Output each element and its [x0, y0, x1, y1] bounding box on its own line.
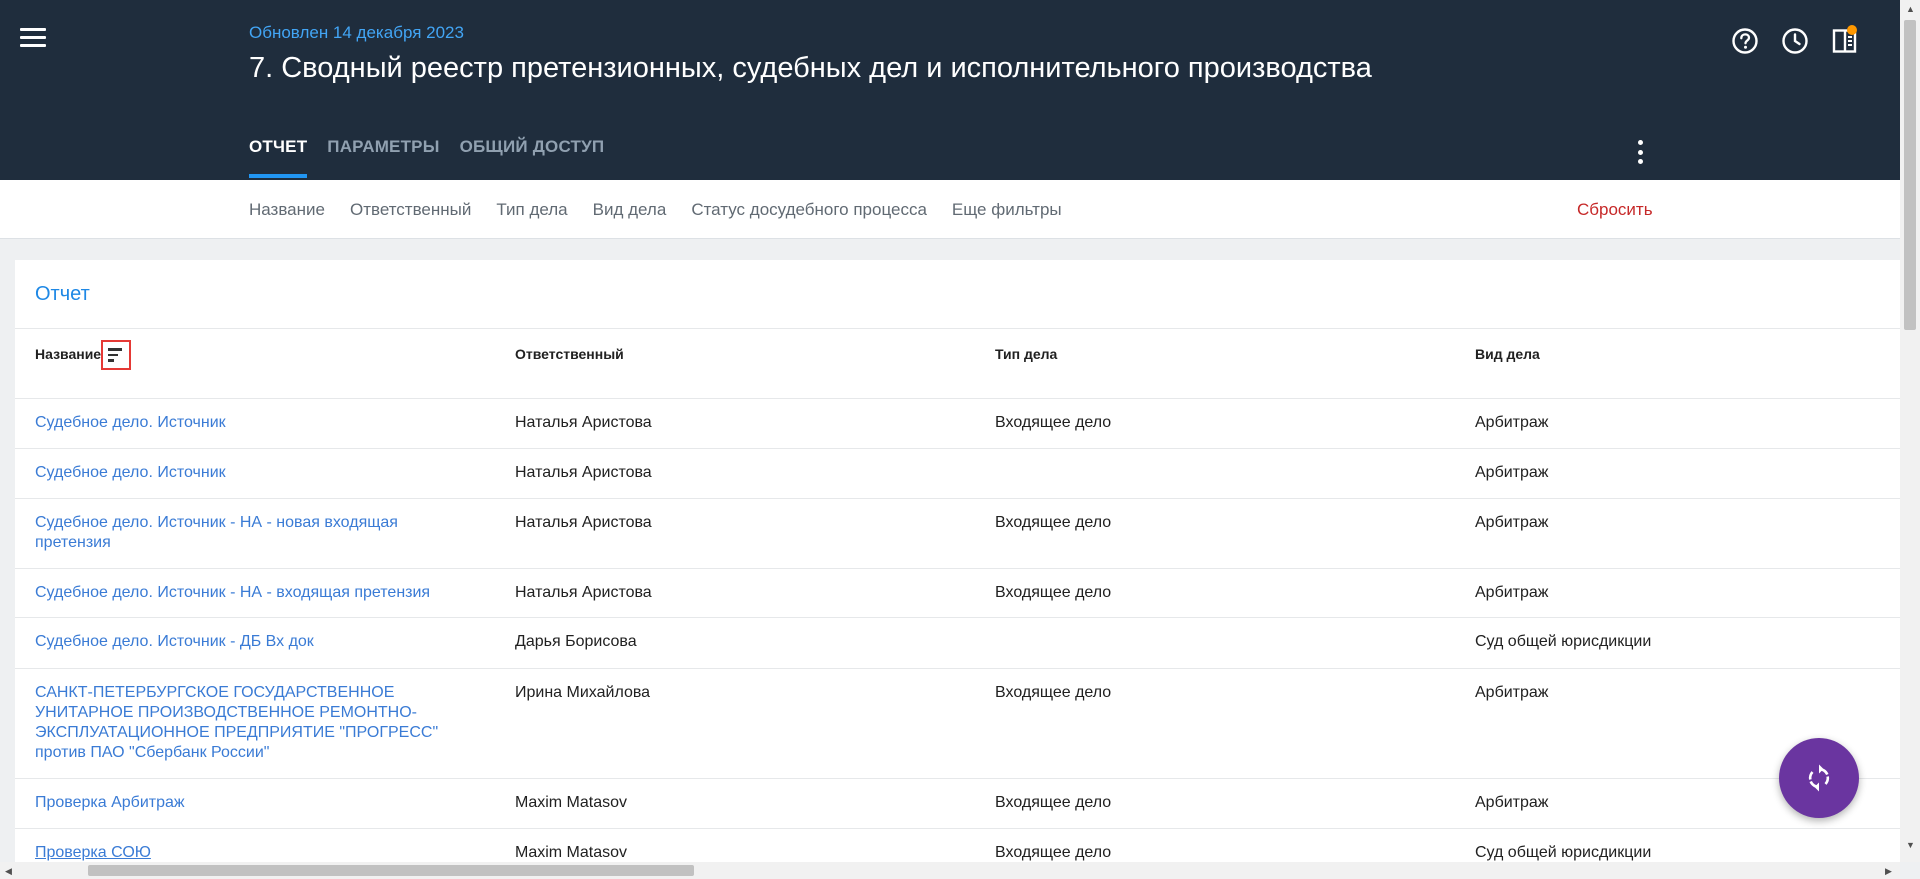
responsible-cell: Дарья Борисова	[515, 633, 637, 650]
help-icon[interactable]	[1725, 24, 1765, 58]
filter-case-type[interactable]: Тип дела	[496, 200, 567, 220]
case-name-link[interactable]: Проверка Арбитраж	[35, 793, 455, 813]
filter-pretrial-status[interactable]: Статус досудебного процесса	[691, 200, 927, 220]
report-card: Отчет Название Ответственный Тип дела Ви…	[15, 260, 1900, 862]
filter-more[interactable]: Еще фильтры	[952, 200, 1062, 220]
table-row: Проверка СОЮ Maxim Matasov Входящее дело…	[15, 828, 1900, 862]
case-type-cell: Входящее дело	[995, 844, 1112, 861]
tab-sharing[interactable]: ОБЩИЙ ДОСТУП	[460, 137, 605, 180]
case-name-link[interactable]: Судебное дело. Источник - ДБ Вх док	[35, 632, 455, 652]
case-name-link[interactable]: Судебное дело. Источник - НА - новая вхо…	[35, 513, 455, 553]
vertical-scroll-thumb[interactable]	[1904, 20, 1916, 330]
case-kind-cell: Арбитраж	[1475, 514, 1549, 531]
case-kind-cell: Арбитраж	[1475, 794, 1549, 811]
scroll-right-icon[interactable]: ▶	[1885, 866, 1892, 876]
responsible-cell: Ирина Михайлова	[515, 684, 651, 701]
responsible-cell: Наталья Аристова	[515, 464, 652, 481]
case-type-cell: Входящее дело	[995, 414, 1112, 431]
case-kind-cell: Суд общей юрисдикции	[1475, 633, 1652, 650]
case-name-link[interactable]: Проверка СОЮ	[35, 843, 455, 862]
tab-parameters[interactable]: ПАРАМЕТРЫ	[327, 137, 439, 180]
table-row: Судебное дело. Источник - ДБ Вх док Дарь…	[15, 617, 1900, 668]
horizontal-scrollbar[interactable]: ◀ ▶	[0, 862, 1900, 879]
panel-icon[interactable]	[1825, 24, 1865, 58]
responsible-cell: Наталья Аристова	[515, 514, 652, 531]
case-type-cell: Входящее дело	[995, 794, 1112, 811]
filter-bar: Название Ответственный Тип дела Вид дела…	[0, 180, 1900, 239]
table-row: Проверка Арбитраж Maxim Matasov Входящее…	[15, 778, 1900, 828]
case-name-link[interactable]: Судебное дело. Источник	[35, 413, 455, 433]
column-header-responsible[interactable]: Ответственный	[515, 346, 624, 362]
case-name-link[interactable]: САНКТ-ПЕТЕРБУРГСКОЕ ГОСУДАРСТВЕННОЕ УНИТ…	[35, 683, 455, 763]
horizontal-scroll-thumb[interactable]	[88, 865, 694, 876]
case-kind-cell: Суд общей юрисдикции	[1475, 844, 1652, 861]
vertical-scrollbar[interactable]: ▲ ▼	[1900, 0, 1920, 862]
scroll-left-icon[interactable]: ◀	[5, 866, 12, 876]
app-header: Обновлен 14 декабря 2023 7. Сводный реес…	[0, 0, 1900, 180]
scroll-up-icon[interactable]: ▲	[1906, 4, 1915, 14]
more-vert-icon[interactable]	[1630, 140, 1650, 164]
case-name-link[interactable]: Судебное дело. Источник	[35, 463, 455, 483]
page-title: 7. Сводный реестр претензионных, судебны…	[249, 52, 1372, 84]
responsible-cell: Наталья Аристова	[515, 584, 652, 601]
case-type-cell: Входящее дело	[995, 684, 1112, 701]
menu-icon[interactable]	[20, 28, 46, 52]
history-icon[interactable]	[1775, 24, 1815, 58]
responsible-cell: Maxim Matasov	[515, 794, 628, 811]
filter-name[interactable]: Название	[249, 200, 325, 220]
case-kind-cell: Арбитраж	[1475, 584, 1549, 601]
scroll-down-icon[interactable]: ▼	[1906, 840, 1915, 850]
responsible-cell: Наталья Аристова	[515, 414, 652, 431]
notification-dot	[1847, 25, 1857, 35]
table-body: Судебное дело. Источник Наталья Аристова…	[15, 398, 1900, 862]
filter-case-kind[interactable]: Вид дела	[593, 200, 667, 220]
column-header-case-type[interactable]: Тип дела	[995, 346, 1057, 362]
filter-list: Название Ответственный Тип дела Вид дела…	[249, 200, 1087, 220]
case-name-link[interactable]: Судебное дело. Источник - НА - входящая …	[35, 583, 455, 603]
tab-report[interactable]: ОТЧЕТ	[249, 137, 308, 180]
case-kind-cell: Арбитраж	[1475, 464, 1549, 481]
filter-responsible[interactable]: Ответственный	[350, 200, 471, 220]
updated-date: Обновлен 14 декабря 2023	[249, 23, 464, 42]
refresh-icon	[1808, 764, 1830, 792]
table-row: Судебное дело. Источник Наталья Аристова…	[15, 448, 1900, 498]
reset-filters-button[interactable]: Сбросить	[1577, 200, 1653, 220]
table-row: САНКТ-ПЕТЕРБУРГСКОЕ ГОСУДАРСТВЕННОЕ УНИТ…	[15, 668, 1900, 778]
table-row: Судебное дело. Источник - НА - новая вхо…	[15, 498, 1900, 568]
refresh-button[interactable]	[1779, 738, 1859, 818]
table-row: Судебное дело. Источник - НА - входящая …	[15, 568, 1900, 617]
tab-bar: ОТЧЕТ ПАРАМЕТРЫ ОБЩИЙ ДОСТУП	[249, 137, 624, 180]
case-kind-cell: Арбитраж	[1475, 414, 1549, 431]
responsible-cell: Maxim Matasov	[515, 844, 628, 861]
report-title: Отчет	[35, 283, 90, 305]
case-type-cell: Входящее дело	[995, 514, 1112, 531]
sort-icon[interactable]	[101, 340, 131, 370]
case-kind-cell: Арбитраж	[1475, 684, 1549, 701]
top-toolbar	[1715, 24, 1865, 58]
divider	[15, 328, 1900, 329]
table-row: Судебное дело. Источник Наталья Аристова…	[15, 398, 1900, 448]
case-type-cell: Входящее дело	[995, 584, 1112, 601]
column-header-name[interactable]: Название	[35, 346, 101, 362]
column-header-case-kind[interactable]: Вид дела	[1475, 346, 1540, 362]
